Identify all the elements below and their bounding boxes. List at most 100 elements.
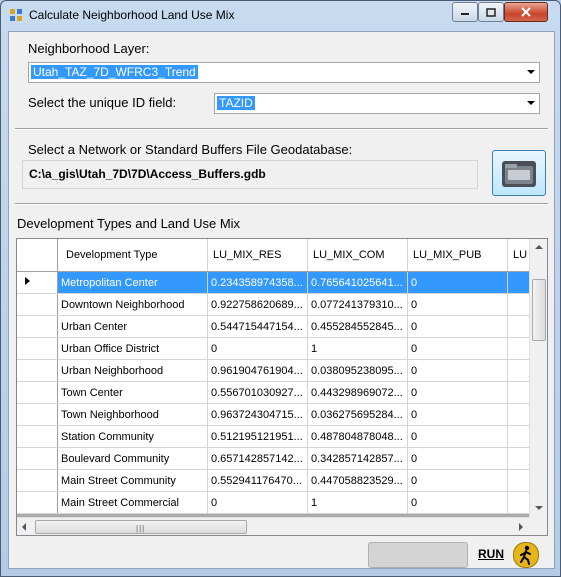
row-header[interactable] <box>17 271 58 294</box>
run-link[interactable]: RUN <box>478 547 504 561</box>
row-header[interactable] <box>17 425 58 448</box>
row-header[interactable] <box>17 447 58 470</box>
table-row[interactable]: Main Street Community 0.552941176470... 0.… <box>17 469 538 492</box>
table-cell[interactable]: 0 <box>407 315 508 338</box>
table-cell[interactable]: 0 <box>407 447 508 470</box>
grid-label: Development Types and Land Use Mix <box>17 216 241 231</box>
table-cell[interactable]: Urban Neighborhood <box>57 359 208 382</box>
scroll-down-icon[interactable] <box>535 506 543 510</box>
table-row[interactable]: Town Center 0.556701030927... 0.4432989690… <box>17 381 538 404</box>
running-man-icon[interactable] <box>513 542 539 568</box>
table-cell[interactable]: 0 <box>407 425 508 448</box>
vertical-scrollbar[interactable] <box>529 239 547 517</box>
maximize-icon <box>486 7 496 17</box>
app-window: Calculate Neighborhood Land Use Mix Neig… <box>0 0 561 577</box>
table-cell[interactable]: 0.038095238095... <box>307 359 408 382</box>
table-row[interactable]: Urban Office District 0 1 0 <box>17 337 538 360</box>
table-cell[interactable]: 1 <box>307 491 408 514</box>
table-cell[interactable]: 0 <box>207 337 308 360</box>
title-bar: Calculate Neighborhood Land Use Mix <box>1 1 560 31</box>
column-header[interactable]: Development Type <box>57 239 208 272</box>
column-header[interactable]: LU_MIX_RES <box>207 239 308 272</box>
table-cell[interactable]: 0.922758620689... <box>207 293 308 316</box>
row-header[interactable] <box>17 337 58 360</box>
chevron-down-icon <box>527 101 535 105</box>
table-row[interactable]: Urban Center 0.544715447154... 0.455284552… <box>17 315 538 338</box>
table-row[interactable]: Urban Neighborhood 0.961904761904... 0.038… <box>17 359 538 382</box>
table-cell[interactable]: 0.036275695284... <box>307 403 408 426</box>
row-header-corner <box>17 239 58 272</box>
row-header[interactable] <box>17 381 58 404</box>
browse-button[interactable] <box>492 150 546 196</box>
horizontal-scrollbar[interactable]: ||| <box>17 517 529 535</box>
table-cell[interactable]: 0 <box>407 271 508 294</box>
maximize-button[interactable] <box>478 2 504 22</box>
table-cell[interactable]: 0 <box>407 293 508 316</box>
table-cell[interactable]: 0 <box>407 381 508 404</box>
column-header[interactable]: LU_MIX_PUB <box>407 239 508 272</box>
table-cell[interactable]: 0.512195121951... <box>207 425 308 448</box>
table-cell[interactable]: Town Neighborhood <box>57 403 208 426</box>
row-header[interactable] <box>17 403 58 426</box>
scroll-thumb[interactable]: ||| <box>35 520 247 534</box>
table-row[interactable]: Town Neighborhood 0.963724304715... 0.0362… <box>17 403 538 426</box>
row-header[interactable] <box>17 315 58 338</box>
table-cell[interactable]: 0.552941176470... <box>207 469 308 492</box>
table-cell[interactable]: Town Center <box>57 381 208 404</box>
table-cell[interactable]: 0 <box>407 469 508 492</box>
scroll-up-icon[interactable] <box>535 245 543 249</box>
network-path-field[interactable]: C:\a_gis\Utah_7D\7D\Access_Buffers.gdb <box>22 160 478 189</box>
table-row[interactable]: Boulevard Community 0.657142857142... 0.34… <box>17 447 538 470</box>
table-cell[interactable]: Main Street Community <box>57 469 208 492</box>
table-cell[interactable]: 0.455284552845... <box>307 315 408 338</box>
table-cell[interactable]: 0.077241379310... <box>307 293 408 316</box>
table-row[interactable]: Main Street Commercial 0 1 0 <box>17 491 538 514</box>
table-cell[interactable]: 0 <box>407 403 508 426</box>
table-cell[interactable]: 0.487804878048... <box>307 425 408 448</box>
table-cell[interactable]: Urban Office District <box>57 337 208 360</box>
table-cell[interactable]: 0 <box>407 359 508 382</box>
blank-button[interactable] <box>368 542 468 568</box>
table-cell[interactable]: 0.447058823529... <box>307 469 408 492</box>
close-button[interactable] <box>504 2 548 22</box>
row-header[interactable] <box>17 491 58 514</box>
table-cell[interactable]: 0.765641025641... <box>307 271 408 294</box>
table-cell[interactable]: Boulevard Community <box>57 447 208 470</box>
table-row[interactable]: Station Community 0.512195121951... 0.4878… <box>17 425 538 448</box>
land-use-grid[interactable]: Development Type LU_MIX_RES LU_MIX_COM L… <box>16 238 548 536</box>
table-cell[interactable]: 0.342857142857... <box>307 447 408 470</box>
table-cell[interactable]: 0.657142857142... <box>207 447 308 470</box>
table-row[interactable]: Downtown Neighborhood 0.922758620689... 0.… <box>17 293 538 316</box>
network-label: Select a Network or Standard Buffers Fil… <box>28 142 353 157</box>
table-cell[interactable]: 0.961904761904... <box>207 359 308 382</box>
table-cell[interactable]: 0.963724304715... <box>207 403 308 426</box>
table-cell[interactable]: 0.544715447154... <box>207 315 308 338</box>
id-field-dropdown[interactable]: TAZID <box>214 93 540 114</box>
scroll-left-icon[interactable] <box>22 523 26 531</box>
row-header[interactable] <box>17 469 58 492</box>
layer-dropdown[interactable]: Utah_TAZ_7D_WFRC3_Trend <box>28 62 540 83</box>
table-cell[interactable]: 1 <box>307 337 408 360</box>
row-header[interactable] <box>17 359 58 382</box>
table-row[interactable]: Metropolitan Center 0.234358974358... 0.76… <box>17 271 538 294</box>
table-cell[interactable]: Downtown Neighborhood <box>57 293 208 316</box>
table-cell[interactable]: 0 <box>407 491 508 514</box>
table-cell[interactable]: Metropolitan Center <box>57 271 208 294</box>
table-cell[interactable]: 0.443298969072... <box>307 381 408 404</box>
network-path: C:\a_gis\Utah_7D\7D\Access_Buffers.gdb <box>29 167 266 181</box>
table-cell[interactable]: Station Community <box>57 425 208 448</box>
minimize-button[interactable] <box>452 2 478 22</box>
dialog-client-area: Neighborhood Layer: Utah_TAZ_7D_WFRC3_Tr… <box>8 31 555 569</box>
table-cell[interactable]: 0 <box>207 491 308 514</box>
layer-label: Neighborhood Layer: <box>28 41 150 56</box>
table-cell[interactable]: 0.234358974358... <box>207 271 308 294</box>
row-header[interactable] <box>17 293 58 316</box>
table-cell[interactable]: 0.556701030927... <box>207 381 308 404</box>
grid-table: Development Type LU_MIX_RES LU_MIX_COM L… <box>17 239 538 514</box>
table-cell[interactable]: 0 <box>407 337 508 360</box>
column-header[interactable]: LU_MIX_COM <box>307 239 408 272</box>
scroll-thumb[interactable] <box>532 279 546 341</box>
scroll-right-icon[interactable] <box>519 523 523 531</box>
table-cell[interactable]: Main Street Commercial <box>57 491 208 514</box>
table-cell[interactable]: Urban Center <box>57 315 208 338</box>
